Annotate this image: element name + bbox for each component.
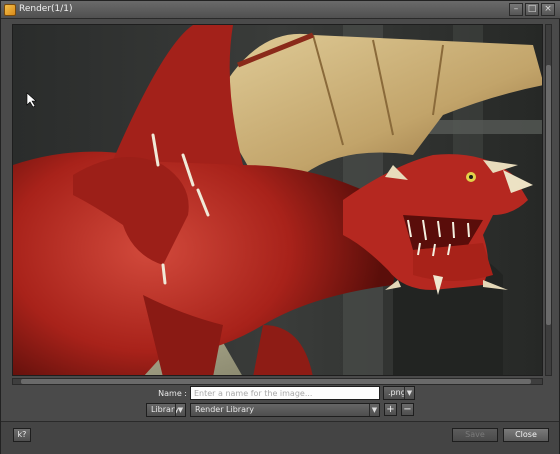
help-button[interactable]: k? <box>13 428 31 442</box>
horizontal-scrollbar[interactable] <box>12 378 543 385</box>
add-library-button[interactable]: + <box>384 403 397 416</box>
render-app-icon <box>4 4 16 16</box>
minimize-button[interactable]: – <box>509 3 523 16</box>
remove-library-button[interactable]: − <box>401 403 414 416</box>
maximize-button[interactable]: □ <box>525 3 539 16</box>
save-button[interactable]: Save <box>452 428 498 442</box>
chevron-down-icon: ▼ <box>175 404 185 416</box>
title-bar[interactable]: Render(1/1) – □ × <box>1 1 560 19</box>
library-select[interactable]: Render Library ▼ <box>190 403 380 417</box>
format-select[interactable]: .png ▼ <box>383 386 415 400</box>
chevron-down-icon: ▼ <box>369 404 379 416</box>
vertical-scrollbar[interactable] <box>545 24 552 376</box>
help-icon: k? <box>17 430 27 439</box>
library-select-value: Render Library <box>195 405 254 414</box>
location-select[interactable]: Library ▼ <box>146 403 186 417</box>
vertical-scroll-thumb[interactable] <box>546 65 551 325</box>
close-button[interactable]: Close <box>503 428 549 442</box>
render-preview <box>12 24 543 376</box>
window-close-button[interactable]: × <box>541 3 555 16</box>
image-name-input[interactable] <box>190 386 380 400</box>
window-title: Render(1/1) <box>19 4 73 14</box>
name-label: Name : <box>158 389 187 398</box>
horizontal-scroll-thumb[interactable] <box>21 379 531 384</box>
chevron-down-icon: ▼ <box>404 387 414 399</box>
rendered-dragon-image <box>13 25 542 375</box>
render-window: Render(1/1) – □ × Name: Enter a name fo… <box>0 0 560 454</box>
